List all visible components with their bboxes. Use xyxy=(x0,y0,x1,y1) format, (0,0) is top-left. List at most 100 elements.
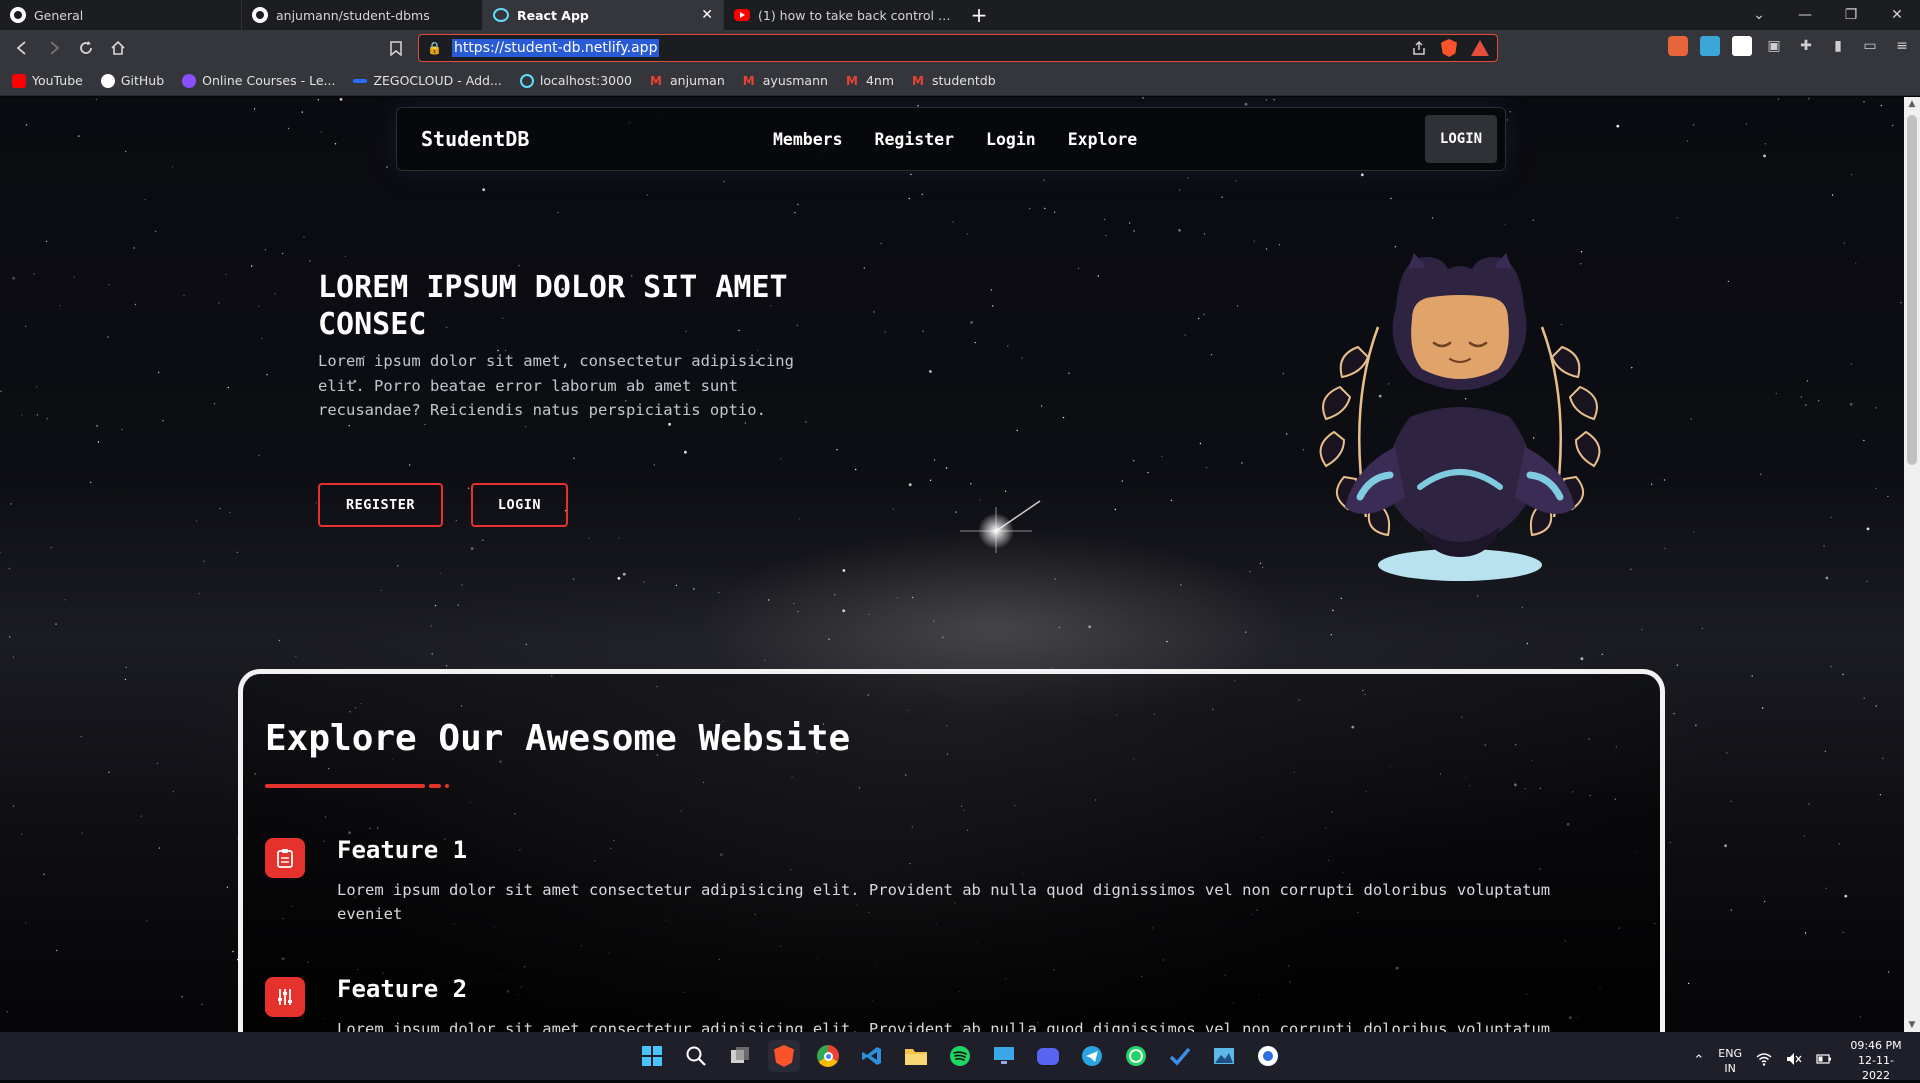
share-icon[interactable] xyxy=(1411,40,1427,56)
explore-section: Explore Our Awesome Website Feature 1 Lo… xyxy=(238,669,1665,1032)
brave-browser-icon[interactable] xyxy=(768,1040,800,1072)
language-indicator[interactable]: ENG IN xyxy=(1718,1046,1742,1076)
chevron-up-icon[interactable]: ⌃ xyxy=(1693,1053,1704,1068)
vscode-icon[interactable] xyxy=(856,1040,888,1072)
battery-icon[interactable] xyxy=(1816,1052,1832,1069)
windows-start-icon[interactable] xyxy=(636,1040,668,1072)
task-view-icon[interactable] xyxy=(724,1040,756,1072)
todo-icon[interactable] xyxy=(1164,1040,1196,1072)
app-icon[interactable] xyxy=(1252,1040,1284,1072)
youtube-icon xyxy=(12,73,26,88)
photos-icon[interactable] xyxy=(1208,1040,1240,1072)
brave-shields-icon[interactable] xyxy=(1441,39,1457,57)
url-text[interactable]: https://student-db.netlify.app xyxy=(451,39,660,57)
bookmark-github[interactable]: GitHub xyxy=(100,73,165,88)
reload-icon xyxy=(80,41,92,54)
bookmark-youtube[interactable]: YouTube xyxy=(12,73,83,88)
metamask-icon[interactable] xyxy=(1668,36,1688,56)
search-icon[interactable] xyxy=(680,1040,712,1072)
browser-toolbar: 🔒 https://student-db.netlify.app ▣ ✚ ▮ ▭… xyxy=(0,30,1920,66)
bookmark-label: YouTube xyxy=(32,73,83,88)
file-explorer-icon[interactable] xyxy=(900,1040,932,1072)
nav-explore[interactable]: Explore xyxy=(1068,130,1138,149)
login-button[interactable]: LOGIN xyxy=(471,483,568,527)
hero-description: Lorem ipsum dolor sit amet, consectetur … xyxy=(318,352,794,419)
bookmark-localhost[interactable]: localhost:3000 xyxy=(519,73,632,88)
youtube-icon xyxy=(734,9,750,21)
sidebar-icon[interactable]: ▮ xyxy=(1828,36,1848,56)
bookmark-4nm[interactable]: M 4nm xyxy=(846,73,894,88)
github-icon xyxy=(252,7,268,23)
bookmark-anjuman[interactable]: Manjuman xyxy=(650,73,725,88)
site-brand[interactable]: StudentDB xyxy=(421,127,529,151)
new-tab-button[interactable]: + xyxy=(964,0,994,30)
bookmark-ayusmann[interactable]: Mayusmann xyxy=(743,73,828,88)
bookmark-label: ZEGOCLOUD - Add... xyxy=(373,73,502,88)
minimize-icon[interactable]: — xyxy=(1782,7,1828,23)
tab-title: React App xyxy=(517,7,589,23)
close-window-icon[interactable]: ✕ xyxy=(1874,7,1920,23)
feature-description: Lorem ipsum dolor sit amet consectetur a… xyxy=(337,1020,1551,1032)
extension-icon[interactable] xyxy=(1700,36,1720,56)
site-navbar: StudentDB Members Register Login Explore… xyxy=(396,107,1506,171)
feature-title: Feature 2 xyxy=(337,975,468,1003)
restore-icon[interactable]: ❐ xyxy=(1828,7,1874,23)
chevron-down-icon[interactable]: ⌄ xyxy=(1736,7,1782,23)
menu-icon[interactable]: ≡ xyxy=(1892,36,1912,56)
bookmark-label: ayusmann xyxy=(762,73,828,88)
brave-rewards-icon[interactable] xyxy=(1471,40,1489,56)
nav-register[interactable]: Register xyxy=(875,130,954,149)
reload-button[interactable] xyxy=(70,32,102,64)
puzzle-icon[interactable]: ✚ xyxy=(1796,36,1816,56)
taskbar-apps xyxy=(636,1040,1284,1072)
bookmark-button[interactable] xyxy=(380,32,412,64)
address-bar[interactable]: 🔒 https://student-db.netlify.app xyxy=(418,34,1498,62)
nav-login[interactable]: Login xyxy=(986,130,1036,149)
gmail-icon: M xyxy=(742,73,755,88)
github-icon xyxy=(10,7,26,23)
scrollbar-thumb[interactable] xyxy=(1907,115,1917,465)
page-scrollbar[interactable]: ▲ ▼ xyxy=(1904,97,1920,1032)
scroll-down-icon[interactable]: ▼ xyxy=(1904,1020,1920,1030)
sliders-icon xyxy=(265,977,305,1017)
forward-icon xyxy=(50,41,60,55)
camera-icon[interactable]: ▣ xyxy=(1764,36,1784,56)
remote-desktop-icon[interactable] xyxy=(988,1040,1020,1072)
wifi-icon[interactable] xyxy=(1756,1052,1772,1069)
home-button[interactable] xyxy=(102,32,134,64)
tab-general[interactable]: General xyxy=(0,0,241,30)
home-icon xyxy=(111,40,125,55)
close-icon[interactable]: ✕ xyxy=(701,7,713,23)
back-button[interactable] xyxy=(6,32,38,64)
nav-members[interactable]: Members xyxy=(773,130,843,149)
octocat-mascot-illustration xyxy=(1319,253,1601,581)
zego-icon xyxy=(353,78,368,83)
register-button[interactable]: REGISTER xyxy=(318,483,443,527)
tab-react-app[interactable]: React App ✕ xyxy=(482,0,723,30)
tab-strip: General anjumann/student-dbms React App … xyxy=(0,0,1920,30)
github-icon xyxy=(100,73,115,88)
tab-youtube[interactable]: (1) how to take back control of your li xyxy=(723,0,964,30)
shooting-star-icon xyxy=(960,500,1041,553)
whatsapp-icon[interactable] xyxy=(1120,1040,1152,1072)
bookmark-label: GitHub xyxy=(120,73,165,88)
scroll-up-icon[interactable]: ▲ xyxy=(1904,99,1920,109)
discord-icon[interactable] xyxy=(1032,1040,1064,1072)
wallet-icon[interactable]: ▭ xyxy=(1860,36,1880,56)
telegram-icon[interactable] xyxy=(1076,1040,1108,1072)
forward-button[interactable] xyxy=(38,32,70,64)
nav-links: Members Register Login Explore xyxy=(773,108,1137,170)
nav-login-button[interactable]: LOGIN xyxy=(1425,115,1497,163)
bookmark-zegocloud[interactable]: ZEGOCLOUD - Add... xyxy=(353,73,502,88)
bookmark-studentdb[interactable]: Mstudentdb xyxy=(912,73,996,88)
chrome-icon[interactable] xyxy=(812,1040,844,1072)
windows-taskbar: ⌃ ENG IN 09:46 PM 12-11-2022 xyxy=(0,1032,1920,1083)
course-icon xyxy=(182,73,197,88)
clock[interactable]: 09:46 PM 12-11-2022 xyxy=(1846,1038,1906,1083)
lock-icon: 🔒 xyxy=(427,41,442,55)
spotify-icon[interactable] xyxy=(944,1040,976,1072)
bookmark-online-courses[interactable]: Online Courses - Le... xyxy=(182,73,335,88)
tab-student-dbms[interactable]: anjumann/student-dbms xyxy=(241,0,482,30)
extension-icon[interactable] xyxy=(1732,36,1752,56)
volume-muted-icon[interactable] xyxy=(1786,1052,1802,1069)
